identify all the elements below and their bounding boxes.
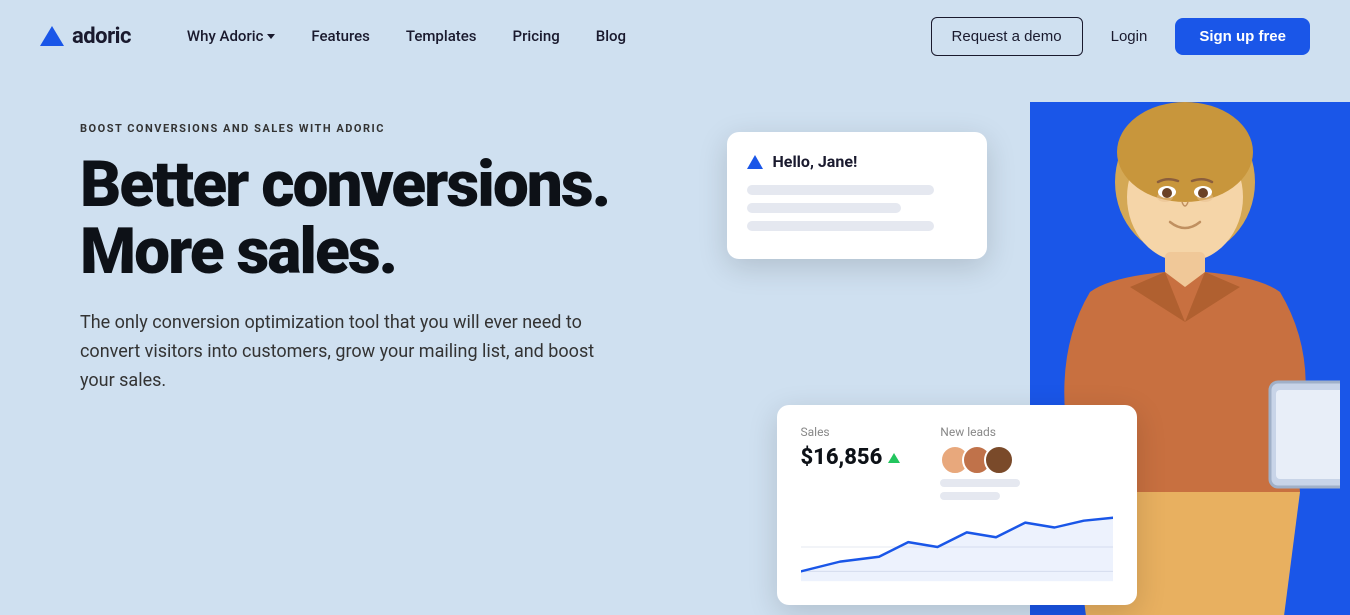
nav-links: Why Adoric Features Templates Pricing Bl… xyxy=(171,19,931,53)
popup-greeting: Hello, Jane! xyxy=(773,152,858,171)
stats-row: Sales $16,856 New leads xyxy=(801,425,1113,500)
nav-features[interactable]: Features xyxy=(295,19,385,53)
chart-svg xyxy=(801,512,1113,582)
popup-header: Hello, Jane! xyxy=(747,152,967,171)
popup-logo-icon xyxy=(747,155,763,169)
logo[interactable]: adoric xyxy=(40,24,131,49)
hero-eyebrow: BOOST CONVERSIONS AND SALES WITH ADORIC xyxy=(80,122,757,135)
nav-templates[interactable]: Templates xyxy=(390,19,493,53)
logo-triangle-icon xyxy=(40,26,64,46)
chart-area xyxy=(801,512,1113,582)
chevron-down-icon xyxy=(267,34,275,39)
leads-skeleton-line-1 xyxy=(940,479,1020,487)
up-arrow-icon xyxy=(888,453,900,463)
stats-card: Sales $16,856 New leads xyxy=(777,405,1137,605)
nav-why-adoric[interactable]: Why Adoric xyxy=(171,19,291,53)
nav-right: Request a demo Login Sign up free xyxy=(931,17,1310,56)
hero-title: Better conversions. More sales. xyxy=(80,151,757,285)
nav-pricing[interactable]: Pricing xyxy=(497,19,576,53)
signup-button[interactable]: Sign up free xyxy=(1175,18,1310,55)
popup-skeleton-line-1 xyxy=(747,185,934,195)
nav-blog[interactable]: Blog xyxy=(580,19,642,53)
leads-stat: New leads xyxy=(940,425,1020,500)
hero-right: Hello, Jane! Sales $16,856 New leads xyxy=(757,102,1311,615)
request-demo-button[interactable]: Request a demo xyxy=(931,17,1083,56)
leads-skeleton-line-2 xyxy=(940,492,1000,500)
sales-value: $16,856 xyxy=(801,445,901,470)
avatar-3 xyxy=(984,445,1014,475)
leads-skeleton xyxy=(940,479,1020,500)
sales-stat: Sales $16,856 xyxy=(801,425,901,500)
hello-popup-card: Hello, Jane! xyxy=(727,132,987,259)
hero-subtitle: The only conversion optimization tool th… xyxy=(80,309,600,395)
sales-label: Sales xyxy=(801,425,901,439)
login-button[interactable]: Login xyxy=(1091,18,1168,55)
navbar: adoric Why Adoric Features Templates Pri… xyxy=(0,0,1350,72)
popup-skeleton-line-2 xyxy=(747,203,901,213)
avatar-group xyxy=(940,445,1020,475)
brand-name: adoric xyxy=(72,24,131,49)
popup-skeleton-line-3 xyxy=(747,221,934,231)
hero-section: BOOST CONVERSIONS AND SALES WITH ADORIC … xyxy=(0,72,1350,615)
leads-label: New leads xyxy=(940,425,1020,439)
hero-left: BOOST CONVERSIONS AND SALES WITH ADORIC … xyxy=(80,102,757,396)
